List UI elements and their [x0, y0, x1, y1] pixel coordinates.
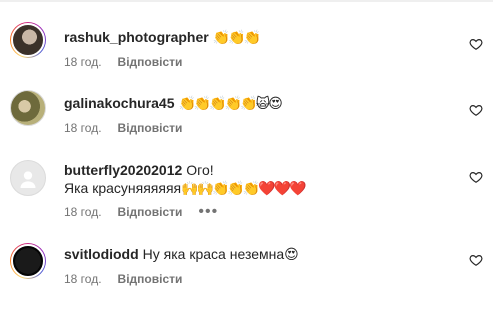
- comment-time[interactable]: 18 год.: [64, 205, 102, 219]
- comment-body: Ну яка краса неземна: [142, 246, 285, 262]
- comment-time[interactable]: 18 год.: [64, 121, 102, 135]
- comment-username[interactable]: svitlodiodd: [64, 246, 139, 262]
- reply-button[interactable]: Відповісти: [118, 272, 183, 286]
- comment-username[interactable]: galinakochura45: [64, 95, 175, 111]
- top-divider: [0, 0, 493, 2]
- user-photo-icon: [11, 244, 45, 278]
- comment-text: svitlodiodd Ну яка краса неземна😍: [64, 245, 453, 263]
- reply-button[interactable]: Відповісти: [118, 205, 183, 219]
- comment-username[interactable]: rashuk_photographer: [64, 29, 209, 45]
- comment-text: galinakochura45 👏👏👏👏👏🙀😍: [64, 94, 453, 112]
- comment-emojis: 👏👏👏👏👏🙀😍: [178, 95, 283, 111]
- comment-emojis: 🙌🙌👏👏👏❤️❤️❤️: [181, 180, 306, 196]
- comment-emojis: 😍: [284, 246, 299, 262]
- comment-username[interactable]: butterfly20202012: [64, 162, 182, 178]
- default-user-icon: [10, 160, 46, 196]
- comment-time[interactable]: 18 год.: [64, 55, 102, 69]
- avatar-story-ring[interactable]: [10, 22, 46, 58]
- reply-button[interactable]: Відповісти: [118, 121, 183, 135]
- reply-button[interactable]: Відповісти: [118, 55, 183, 69]
- heart-outline-icon[interactable]: [469, 170, 483, 184]
- comment-meta: 18 год. Відповісти: [64, 121, 182, 135]
- avatar[interactable]: [10, 90, 46, 126]
- user-photo-icon: [10, 90, 46, 126]
- comment-body: Ого!: [186, 162, 214, 178]
- comment-time[interactable]: 18 год.: [64, 272, 102, 286]
- heart-outline-icon[interactable]: [469, 253, 483, 267]
- comment-meta: 18 год. Відповісти •••: [64, 204, 218, 220]
- avatar[interactable]: [10, 160, 46, 196]
- comment-emojis: 👏👏👏: [212, 29, 261, 45]
- heart-outline-icon[interactable]: [469, 103, 483, 117]
- user-photo-icon: [11, 23, 45, 57]
- heart-outline-icon[interactable]: [469, 37, 483, 51]
- more-options-icon[interactable]: •••: [198, 204, 218, 220]
- avatar-story-ring[interactable]: [10, 243, 46, 279]
- comment-meta: 18 год. Відповісти: [64, 272, 182, 286]
- comment-body-line2: Яка красуняяяяяя: [64, 180, 182, 196]
- comment-text: butterfly20202012 Ого! Яка красуняяяяяя🙌🙌…: [64, 161, 453, 197]
- comment-text: rashuk_photographer 👏👏👏: [64, 28, 453, 46]
- comment-meta: 18 год. Відповісти: [64, 55, 182, 69]
